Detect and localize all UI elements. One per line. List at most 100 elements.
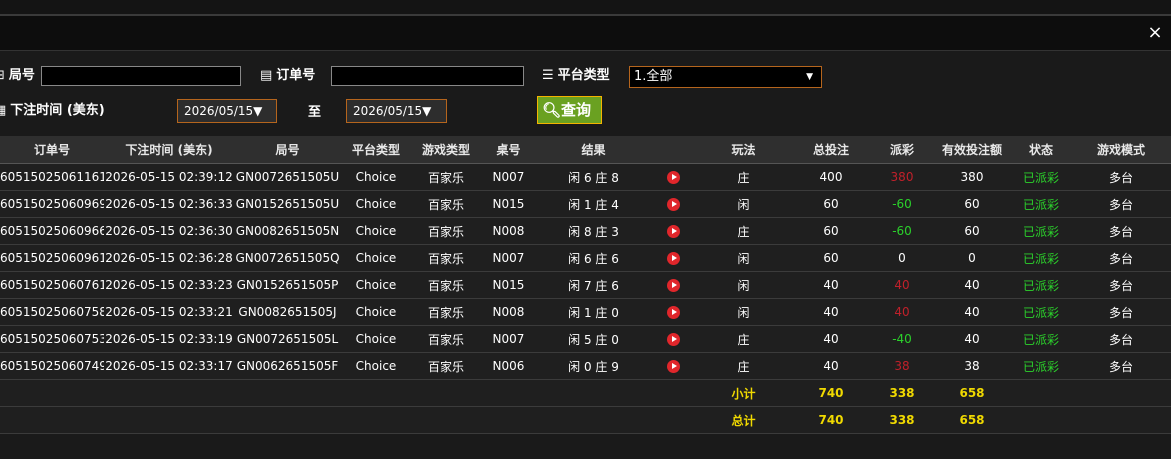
play-video-icon[interactable] — [667, 360, 680, 373]
empty-cell — [234, 406, 341, 434]
replay-cell[interactable] — [651, 163, 696, 191]
bet-time-cell: 2026-05-15 02:36:28 — [104, 244, 234, 272]
replay-cell[interactable] — [651, 325, 696, 353]
subtotal-bet: 740 — [791, 379, 871, 407]
total-bet-cell: 40 — [791, 352, 871, 380]
col-result: 结果 — [536, 136, 651, 164]
status-cell: 已派彩 — [1011, 352, 1071, 380]
empty-cell — [1071, 406, 1171, 434]
col-play: 玩法 — [696, 136, 791, 164]
bet-record-table: 订单号 下注时间 (美东) 局号 平台类型 游戏类型 桌号 结果 玩法 总投注 … — [0, 136, 1171, 434]
calendar-icon: ▦ — [0, 103, 7, 118]
date-from-picker[interactable]: 2026/05/15▼ — [177, 99, 277, 123]
table-row: 60515025060969 2026-05-15 02:36:33 GN01526… — [0, 190, 1171, 218]
result-cell: 闲 7 庄 6 — [536, 271, 651, 299]
empty-cell — [411, 406, 481, 434]
round-cell: GN0082651505N — [234, 217, 341, 245]
order-cell: 60515025060961 — [0, 244, 104, 272]
platform-cell: Choice — [341, 325, 411, 353]
total-bet-cell: 400 — [791, 163, 871, 191]
result-cell: 闲 1 庄 4 — [536, 190, 651, 218]
game-type-cell: 百家乐 — [411, 271, 481, 299]
empty-cell — [536, 379, 651, 407]
play-video-icon[interactable] — [667, 198, 680, 211]
play-video-icon[interactable] — [667, 225, 680, 238]
bet-time-cell: 2026-05-15 02:33:23 — [104, 271, 234, 299]
game-type-cell: 百家乐 — [411, 298, 481, 326]
round-input[interactable] — [41, 66, 241, 86]
platform-cell: Choice — [341, 163, 411, 191]
table-row: 60515025061161 2026-05-15 02:39:12 GN00726… — [0, 163, 1171, 191]
play-cell: 闲 — [696, 244, 791, 272]
table-number-cell: N008 — [481, 217, 536, 245]
total-bet-cell: 60 — [791, 217, 871, 245]
game-mode-cell: 多台 — [1071, 244, 1171, 272]
subtotal-payout: 338 — [871, 379, 933, 407]
payout-cell: 380 — [871, 163, 933, 191]
game-type-cell: 百家乐 — [411, 190, 481, 218]
clipboard-icon: ▤ — [260, 68, 273, 83]
total-payout: 338 — [871, 406, 933, 434]
close-icon[interactable]: × — [1145, 22, 1165, 44]
play-video-icon[interactable] — [667, 171, 680, 184]
result-cell: 闲 6 庄 6 — [536, 244, 651, 272]
col-game-type: 游戏类型 — [411, 136, 481, 164]
replay-cell[interactable] — [651, 298, 696, 326]
game-mode-cell: 多台 — [1071, 352, 1171, 380]
play-cell: 闲 — [696, 298, 791, 326]
platform-cell: Choice — [341, 244, 411, 272]
game-type-cell: 百家乐 — [411, 217, 481, 245]
play-video-icon[interactable] — [667, 333, 680, 346]
date-to-picker[interactable]: 2026/05/15▼ — [346, 99, 447, 123]
valid-bet-cell: 380 — [933, 163, 1011, 191]
subtotal-label: 小计 — [696, 379, 791, 407]
order-cell: 60515025060966 — [0, 217, 104, 245]
bet-time-cell: 2026-05-15 02:36:30 — [104, 217, 234, 245]
replay-cell[interactable] — [651, 271, 696, 299]
empty-cell — [536, 406, 651, 434]
play-cell: 庄 — [696, 325, 791, 353]
col-total-bet: 总投注 — [791, 136, 871, 164]
replay-cell[interactable] — [651, 190, 696, 218]
replay-cell[interactable] — [651, 352, 696, 380]
total-bet-cell: 60 — [791, 244, 871, 272]
valid-bet-cell: 0 — [933, 244, 1011, 272]
replay-cell[interactable] — [651, 217, 696, 245]
payout-cell: -40 — [871, 325, 933, 353]
game-mode-cell: 多台 — [1071, 190, 1171, 218]
play-video-icon[interactable] — [667, 306, 680, 319]
table-row: 60515025060761 2026-05-15 02:33:23 GN01526… — [0, 271, 1171, 299]
col-platform: 平台类型 — [341, 136, 411, 164]
order-cell: 60515025060761 — [0, 271, 104, 299]
search-button[interactable]: 🔍︎查询 — [537, 96, 602, 124]
total-bet-cell: 40 — [791, 298, 871, 326]
table-number-cell: N006 — [481, 352, 536, 380]
valid-bet-cell: 38 — [933, 352, 1011, 380]
play-video-icon[interactable] — [667, 279, 680, 292]
game-mode-cell: 多台 — [1071, 217, 1171, 245]
search-icon: 🔍︎ — [542, 101, 562, 119]
empty-cell — [104, 406, 234, 434]
filter-panel: ⊞局号 ▤订单号 ☰平台类型 1.全部 ▼ ▦下注时间 (美东) 2026/05… — [0, 51, 1171, 136]
replay-cell[interactable] — [651, 244, 696, 272]
search-button-label: 查询 — [561, 101, 592, 119]
total-bet-cell: 60 — [791, 190, 871, 218]
bet-record-dialog: × ⊞局号 ▤订单号 ☰平台类型 1.全部 ▼ ▦下注时间 (美东) 2026/… — [0, 16, 1171, 459]
round-cell: GN0082651505J — [234, 298, 341, 326]
round-cell: GN0072651505U — [234, 163, 341, 191]
valid-bet-cell: 40 — [933, 325, 1011, 353]
empty-cell — [1071, 379, 1171, 407]
payout-cell: 0 — [871, 244, 933, 272]
col-order: 订单号 — [0, 136, 104, 164]
order-input[interactable] — [331, 66, 524, 86]
table-row: 60515025060966 2026-05-15 02:36:30 GN00826… — [0, 217, 1171, 245]
result-cell: 闲 5 庄 0 — [536, 325, 651, 353]
bet-record-table-wrap: 订单号 下注时间 (美东) 局号 平台类型 游戏类型 桌号 结果 玩法 总投注 … — [0, 136, 1171, 434]
play-video-icon[interactable] — [667, 252, 680, 265]
empty-cell — [651, 406, 696, 434]
col-status: 状态 — [1011, 136, 1071, 164]
platform-select[interactable]: 1.全部 ▼ — [629, 66, 822, 88]
round-cell: GN0152651505U — [234, 190, 341, 218]
valid-bet-cell: 40 — [933, 298, 1011, 326]
bet-time-cell: 2026-05-15 02:39:12 — [104, 163, 234, 191]
